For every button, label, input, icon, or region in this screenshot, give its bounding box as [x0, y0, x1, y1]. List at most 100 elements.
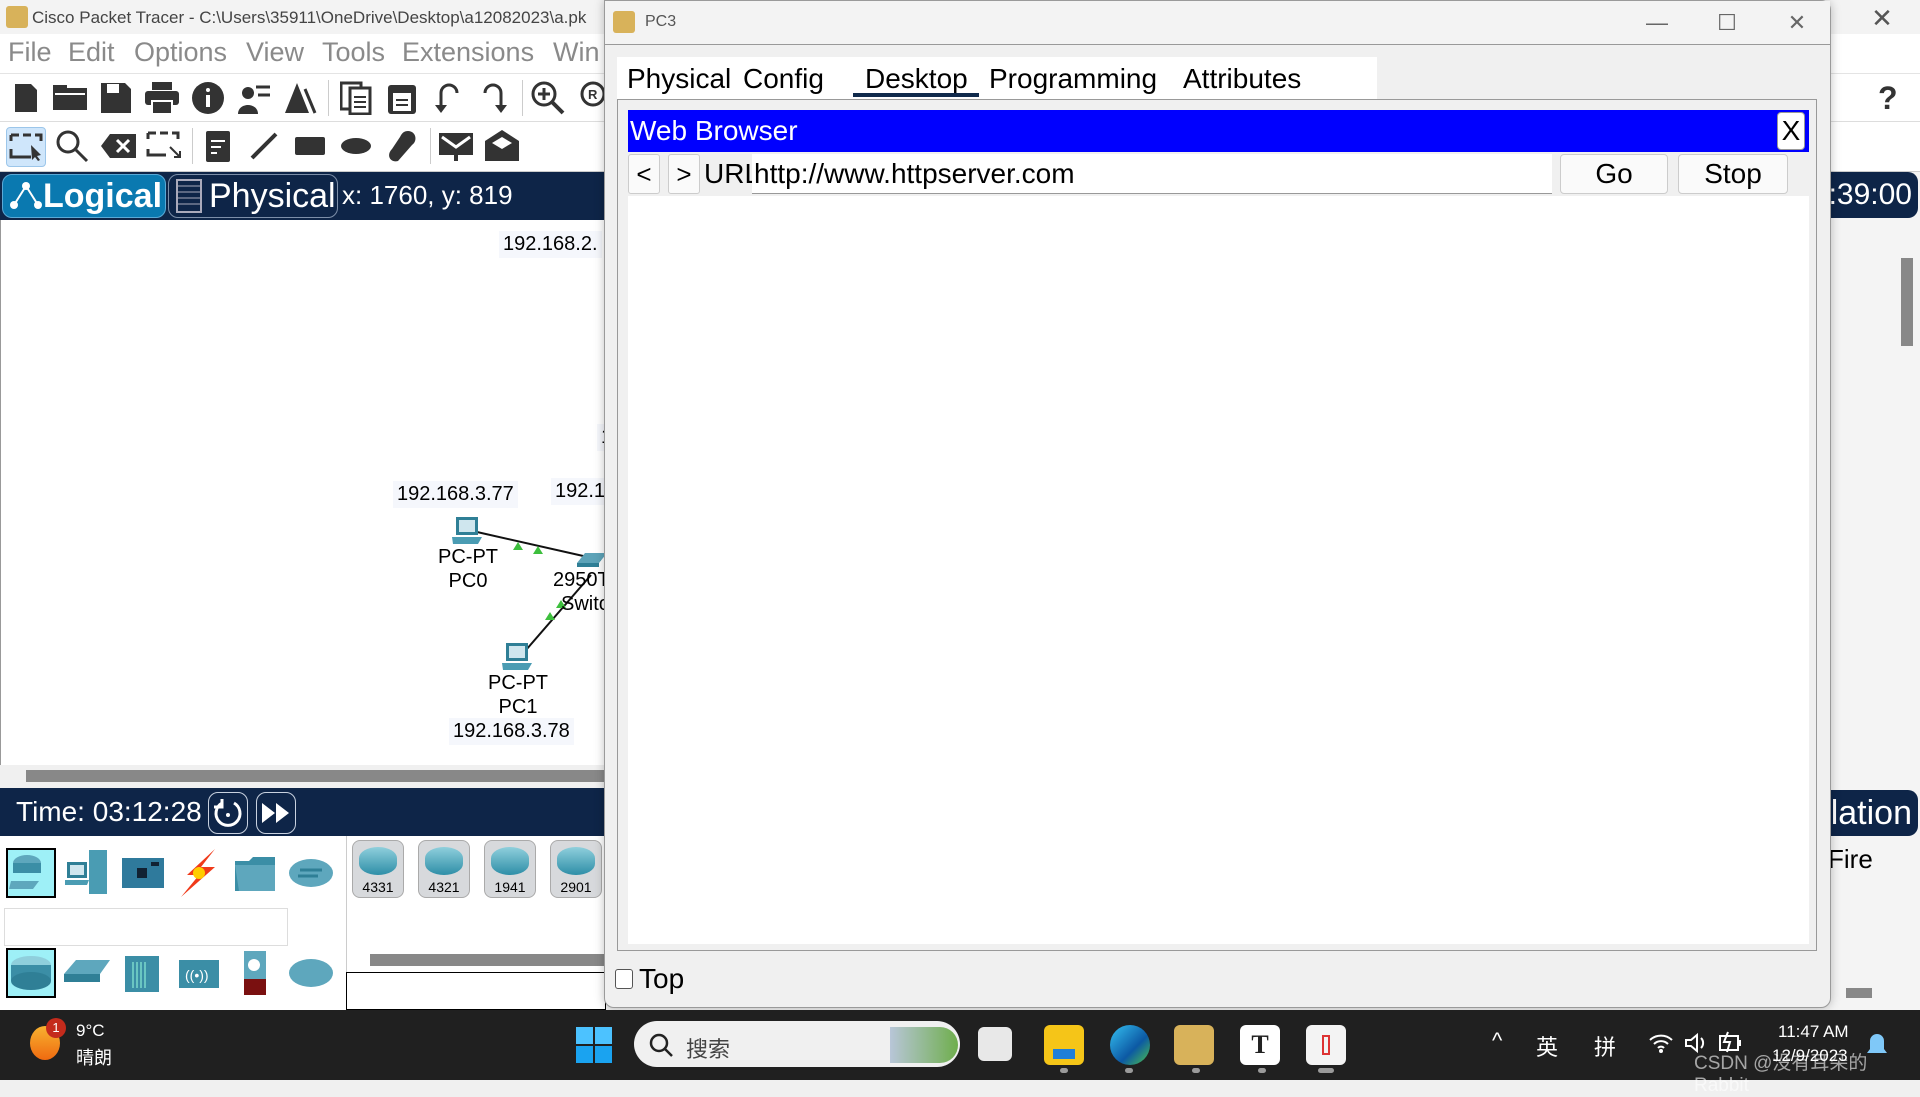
pc1-icon[interactable]	[501, 642, 537, 672]
tray-time[interactable]: 11:47 AM	[1778, 1022, 1849, 1042]
fast-forward-button[interactable]	[256, 792, 296, 834]
security-category-icon[interactable]	[230, 948, 280, 998]
running-indicator	[1258, 1068, 1266, 1073]
freeform-icon[interactable]	[384, 128, 420, 164]
reset-time-button[interactable]	[208, 792, 248, 834]
workspace-vertical-scrollbar[interactable]	[1901, 258, 1913, 346]
components-category-icon[interactable]	[118, 848, 168, 898]
weather-description[interactable]: 晴朗	[76, 1044, 112, 1070]
tab-programming[interactable]: Programming	[989, 63, 1157, 95]
menu-extensions[interactable]: Extensions	[402, 37, 534, 68]
physical-view-button[interactable]: Physical	[168, 174, 338, 218]
ellipse-icon[interactable]	[338, 128, 374, 164]
toolbar-separator	[430, 128, 431, 164]
app-close-button[interactable]: ✕	[1866, 2, 1898, 34]
stop-button[interactable]: Stop	[1678, 154, 1788, 194]
help-icon[interactable]: ?	[1878, 80, 1898, 117]
ime-language-indicator[interactable]: 英	[1536, 1030, 1558, 1062]
pt-lab-icon[interactable]	[282, 80, 318, 116]
go-button[interactable]: Go	[1560, 154, 1668, 194]
top-checkbox[interactable]	[615, 969, 633, 989]
router-icon	[425, 847, 463, 875]
url-input[interactable]	[752, 154, 1552, 194]
search-icon	[649, 1033, 673, 1057]
wan-emulation-category-icon[interactable]	[286, 948, 336, 998]
switch-icon[interactable]	[577, 552, 607, 568]
end-devices-category-icon[interactable]	[62, 848, 112, 898]
wireless-category-icon[interactable]: ((•))	[174, 948, 224, 998]
weather-temperature[interactable]: 9°C	[76, 1021, 105, 1041]
undo-icon[interactable]	[430, 80, 466, 116]
minimize-button[interactable]: —	[1635, 5, 1679, 41]
workspace-horizontal-scrollbar[interactable]	[26, 770, 606, 782]
menu-view[interactable]: View	[246, 37, 304, 68]
delete-icon[interactable]	[100, 128, 136, 164]
miscellaneous-category-icon[interactable]	[230, 848, 280, 898]
note-icon[interactable]	[200, 128, 236, 164]
logical-workspace[interactable]: 192.168.2. 1 192.168.3.77 192.1 PC-PTPC0…	[0, 220, 617, 765]
hubs-category-icon[interactable]	[118, 948, 168, 998]
menu-tools[interactable]: Tools	[322, 37, 385, 68]
router-model-1941[interactable]: 1941	[484, 840, 536, 898]
zoom-in-icon[interactable]	[530, 80, 566, 116]
router-model-2901[interactable]: 2901	[550, 840, 602, 898]
maximize-button[interactable]: ☐	[1705, 5, 1749, 41]
snip-detail	[1322, 1035, 1330, 1055]
save-icon[interactable]	[98, 80, 134, 116]
new-file-icon[interactable]	[8, 80, 44, 116]
tab-attributes[interactable]: Attributes	[1183, 63, 1301, 95]
connections-category-icon[interactable]	[174, 848, 224, 898]
simple-pdu-icon[interactable]	[438, 128, 474, 164]
rectangle-icon[interactable]	[292, 128, 328, 164]
show-hidden-icons-chevron-icon[interactable]: ^	[1492, 1028, 1502, 1054]
windows-start-icon[interactable]	[576, 1027, 612, 1063]
file-explorer-icon[interactable]	[1044, 1025, 1084, 1065]
tab-desktop[interactable]: Desktop	[865, 63, 968, 95]
router-model-4321[interactable]: 4321	[418, 840, 470, 898]
menu-options[interactable]: Options	[134, 37, 227, 68]
packet-tracer-taskbar-icon[interactable]	[1174, 1025, 1214, 1065]
router-model-4331[interactable]: 4331	[352, 840, 404, 898]
select-icon[interactable]	[6, 127, 46, 167]
info-icon[interactable]	[190, 80, 226, 116]
simulation-mode-button[interactable]: ulation	[1830, 790, 1918, 836]
model-label: 1941	[494, 879, 526, 895]
print-icon[interactable]	[144, 80, 180, 116]
event-list-scrollbar[interactable]	[1846, 988, 1872, 998]
inspect-icon[interactable]	[54, 128, 90, 164]
cursor-coordinates: x: 1760, y: 819	[342, 180, 513, 210]
web-browser-titlebar: Web Browser	[628, 110, 1809, 152]
resize-icon[interactable]	[146, 128, 182, 164]
menu-window[interactable]: Win	[553, 37, 600, 68]
edge-browser-icon[interactable]	[1110, 1025, 1150, 1065]
tab-config[interactable]: Config	[743, 63, 824, 95]
network-devices-category-icon[interactable]	[6, 848, 56, 898]
back-button[interactable]: <	[628, 154, 660, 194]
ime-mode-indicator[interactable]: 拼	[1594, 1030, 1616, 1062]
wifi-icon[interactable]	[1648, 1032, 1674, 1054]
snipping-tool-icon[interactable]	[1306, 1025, 1346, 1065]
typora-icon[interactable]: T	[1240, 1025, 1280, 1065]
desktop-tab-panel: Web Browser X < > URL Go Stop	[617, 99, 1817, 951]
pc1-label: PC-PT PC1	[481, 671, 555, 719]
redo-icon[interactable]	[476, 80, 512, 116]
menu-file[interactable]: File	[8, 37, 52, 68]
switches-category-icon[interactable]	[62, 948, 112, 998]
activity-wizard-icon[interactable]	[236, 80, 272, 116]
task-view-icon[interactable]	[978, 1027, 1012, 1061]
menu-edit[interactable]: Edit	[68, 37, 115, 68]
line-icon[interactable]	[246, 128, 282, 164]
complex-pdu-icon[interactable]	[484, 128, 520, 164]
models-horizontal-scrollbar[interactable]	[370, 954, 606, 966]
routers-category-icon[interactable]	[6, 948, 56, 998]
multiuser-category-icon[interactable]	[286, 848, 336, 898]
logical-view-button[interactable]: Logical	[2, 174, 166, 218]
forward-button[interactable]: >	[668, 154, 700, 194]
pc0-icon[interactable]	[451, 516, 487, 546]
tab-physical[interactable]: Physical	[627, 63, 731, 95]
open-folder-icon[interactable]	[52, 80, 88, 116]
paste-icon[interactable]	[384, 80, 420, 116]
copy-icon[interactable]	[338, 80, 374, 116]
close-button[interactable]: ✕	[1775, 5, 1819, 41]
web-browser-close-button[interactable]: X	[1777, 112, 1805, 150]
